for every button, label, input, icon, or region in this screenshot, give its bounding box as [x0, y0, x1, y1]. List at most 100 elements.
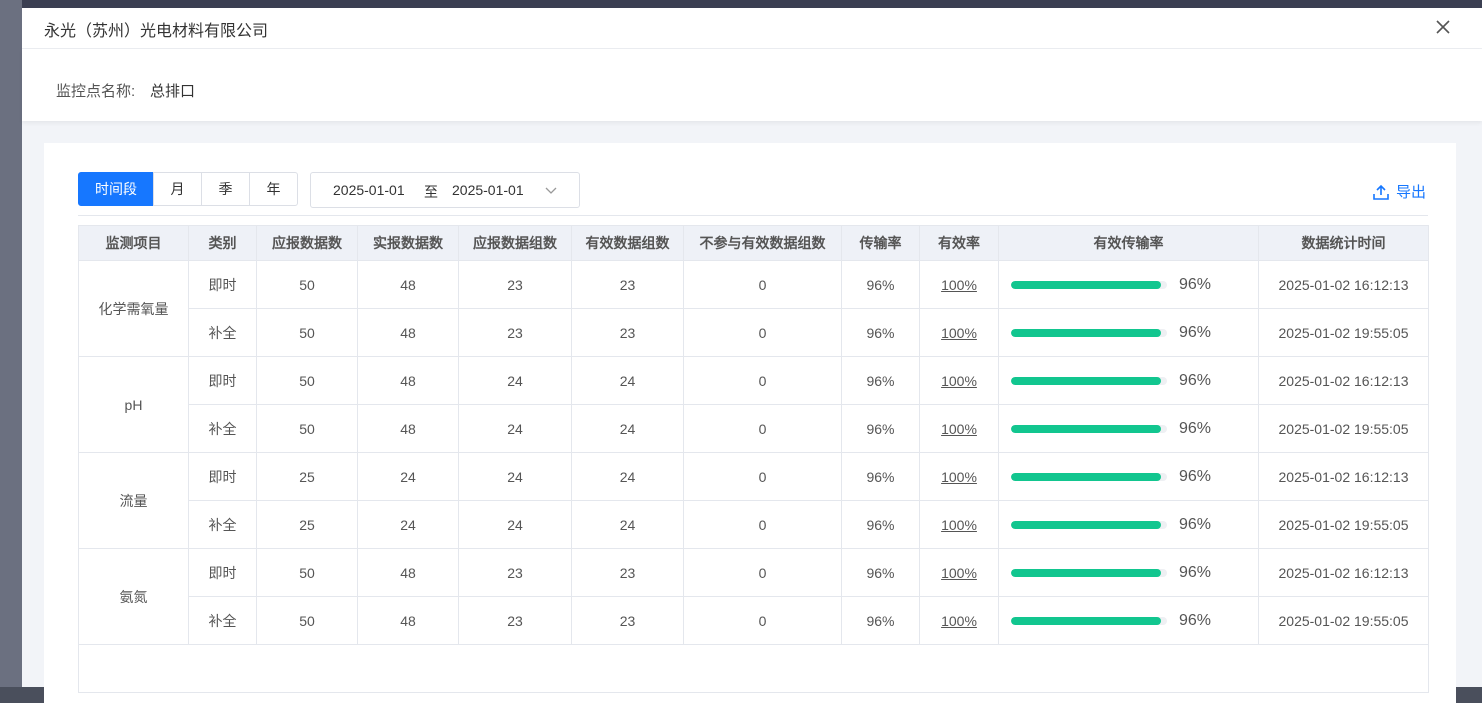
value-cell: 96% — [841, 260, 920, 309]
category-cell: 补全 — [188, 404, 257, 453]
value-cell: 0 — [683, 260, 842, 309]
table-footer-space — [78, 644, 1429, 693]
category-cell: 即时 — [188, 548, 257, 597]
progress-track — [1011, 616, 1167, 625]
progress-bar: 96% — [999, 564, 1258, 582]
progress-percent: 96% — [1179, 323, 1212, 341]
progress-percent: 96% — [1179, 563, 1212, 581]
value-cell: 48 — [357, 356, 459, 405]
valid-rate-link[interactable]: 100% — [941, 373, 977, 389]
effective-rate-cell: 96% — [998, 404, 1259, 453]
valid-rate-cell: 100% — [919, 356, 999, 405]
value-cell: 0 — [683, 452, 842, 501]
valid-rate-link[interactable]: 100% — [941, 421, 977, 437]
value-cell: 96% — [841, 500, 920, 549]
value-cell: 23 — [571, 260, 684, 309]
tab-year[interactable]: 年 — [249, 172, 298, 206]
progress-fill — [1011, 328, 1161, 337]
table-row: 补全 50 48 23 23 0 96% 100% 96% 2025-01-02 19:55:05 — [79, 596, 1429, 645]
progress-fill — [1011, 376, 1161, 385]
table-row: pH 即时 50 48 24 24 0 96% 100% 96% 2025-01-02 16:12:… — [78, 356, 1429, 453]
monitor-item-cell: 化学需氧量 — [78, 260, 189, 357]
value-cell: 24 — [458, 452, 572, 501]
valid-rate-link[interactable]: 100% — [941, 325, 977, 341]
export-label: 导出 — [1396, 184, 1427, 201]
value-cell: 50 — [256, 308, 358, 357]
valid-rate-cell: 100% — [919, 308, 999, 357]
divider — [78, 215, 1428, 216]
progress-track — [1011, 328, 1167, 337]
stats-panel: 时间段 月 季 年 2025-01-01 至 2025-01-01 导出 监测项… — [44, 143, 1456, 703]
period-segmented-control: 时间段 月 季 年 — [78, 172, 298, 206]
progress-bar: 96% — [999, 468, 1258, 486]
background-header — [0, 0, 1482, 8]
value-cell: 96% — [841, 452, 920, 501]
stats-table: 监测项目 类别 应报数据数 实报数据数 应报数据组数 有效数据组数 不参与有效数据组数 传输率… — [78, 225, 1429, 693]
stat-time-cell: 2025-01-02 19:55:05 — [1258, 500, 1429, 549]
tab-quarter[interactable]: 季 — [201, 172, 250, 206]
value-cell: 23 — [458, 260, 572, 309]
date-range-picker[interactable]: 2025-01-01 至 2025-01-01 — [310, 172, 580, 208]
table-header-row: 监测项目 类别 应报数据数 实报数据数 应报数据组数 有效数据组数 不参与有效数据组数 传输率… — [78, 225, 1429, 261]
table-row: 化学需氧量 即时 50 48 23 23 0 96% 100% 96% 2025-01-02 16:… — [78, 260, 1429, 357]
dialog-title: 永光（苏州）光电材料有限公司 — [44, 23, 269, 40]
category-cell: 即时 — [188, 260, 257, 309]
value-cell: 24 — [458, 356, 572, 405]
value-cell: 50 — [256, 548, 358, 597]
stat-time-cell: 2025-01-02 16:12:13 — [1258, 452, 1429, 501]
value-cell: 50 — [256, 596, 358, 645]
monitor-item-cell: 流量 — [78, 452, 189, 549]
category-cell: 补全 — [188, 308, 257, 357]
valid-rate-link[interactable]: 100% — [941, 613, 977, 629]
progress-track — [1011, 280, 1167, 289]
column-header: 实报数据数 — [357, 225, 459, 261]
effective-rate-cell: 96% — [998, 500, 1259, 549]
value-cell: 24 — [571, 500, 684, 549]
category-cell: 即时 — [188, 356, 257, 405]
value-cell: 50 — [256, 260, 358, 309]
empty-cell — [78, 644, 1429, 693]
column-header: 类别 — [188, 225, 257, 261]
progress-track — [1011, 424, 1167, 433]
progress-percent: 96% — [1179, 371, 1212, 389]
value-cell: 50 — [256, 356, 358, 405]
table-row: 补全 25 24 24 24 0 96% 100% 96% 2025-01-02 19:55:05 — [79, 500, 1429, 549]
progress-fill — [1011, 280, 1161, 289]
progress-percent: 96% — [1179, 467, 1212, 485]
valid-rate-link[interactable]: 100% — [941, 565, 977, 581]
progress-fill — [1011, 520, 1161, 529]
table-row: 氨氮 即时 50 48 23 23 0 96% 100% 96% 2025-01-02 16:12:… — [78, 548, 1429, 645]
value-cell: 24 — [571, 356, 684, 405]
table-row: 补全 50 48 23 23 0 96% 100% 96% 2025-01-02 19:55:05 — [79, 308, 1429, 357]
effective-rate-cell: 96% — [998, 308, 1259, 357]
progress-bar: 96% — [999, 276, 1258, 294]
close-icon[interactable] — [1434, 18, 1452, 36]
value-cell: 23 — [571, 548, 684, 597]
value-cell: 23 — [571, 596, 684, 645]
progress-track — [1011, 520, 1167, 529]
valid-rate-link[interactable]: 100% — [941, 517, 977, 533]
value-cell: 96% — [841, 596, 920, 645]
value-cell: 24 — [458, 500, 572, 549]
column-header: 传输率 — [841, 225, 920, 261]
value-cell: 48 — [357, 404, 459, 453]
stat-time-cell: 2025-01-02 19:55:05 — [1258, 596, 1429, 645]
stat-time-cell: 2025-01-02 19:55:05 — [1258, 308, 1429, 357]
value-cell: 96% — [841, 356, 920, 405]
progress-fill — [1011, 472, 1161, 481]
tab-month[interactable]: 月 — [153, 172, 202, 206]
export-button[interactable]: 导出 — [1372, 181, 1426, 202]
valid-rate-link[interactable]: 100% — [941, 277, 977, 293]
valid-rate-link[interactable]: 100% — [941, 469, 977, 485]
progress-percent: 96% — [1179, 515, 1212, 533]
column-header: 监测项目 — [78, 225, 189, 261]
value-cell: 0 — [683, 404, 842, 453]
value-cell: 0 — [683, 548, 842, 597]
progress-percent: 96% — [1179, 611, 1212, 629]
progress-track — [1011, 472, 1167, 481]
value-cell: 50 — [256, 404, 358, 453]
tab-period[interactable]: 时间段 — [78, 172, 154, 206]
value-cell: 23 — [458, 308, 572, 357]
value-cell: 48 — [357, 548, 459, 597]
category-cell: 补全 — [188, 596, 257, 645]
